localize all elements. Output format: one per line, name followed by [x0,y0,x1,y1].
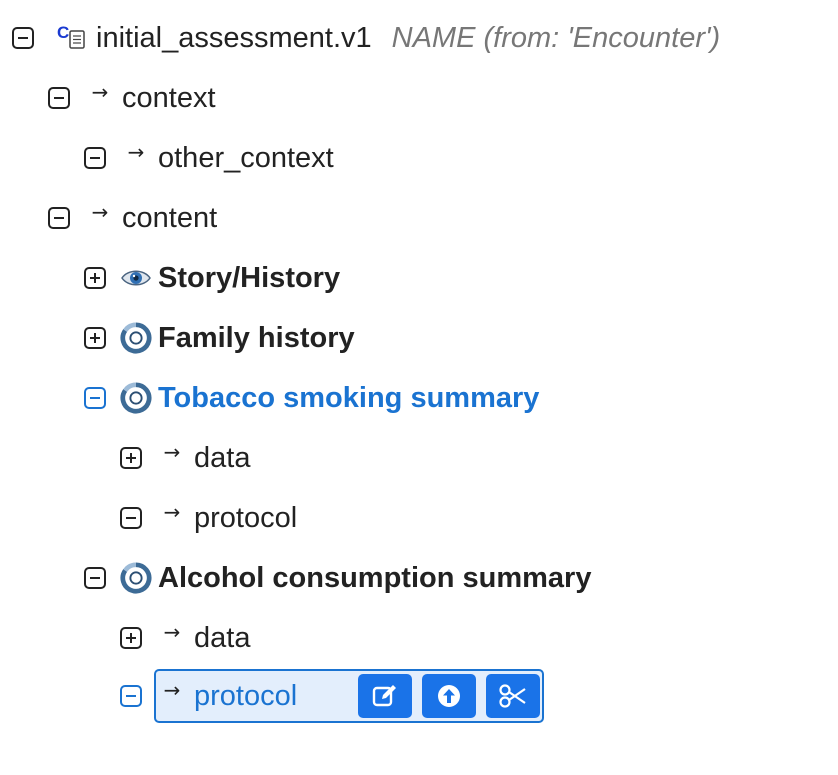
expand-toggle[interactable] [84,327,106,349]
tree-node-content[interactable]: → content [48,196,217,240]
node-label[interactable]: protocol [194,680,297,713]
collapse-toggle[interactable] [120,685,142,707]
collapse-toggle[interactable] [48,207,70,229]
arrow-icon: → [91,200,109,224]
arrow-icon: → [163,620,181,644]
eye-icon [120,266,152,290]
cut-button[interactable] [486,674,540,718]
edit-icon [372,685,396,707]
tree-node-data[interactable]: → data [120,616,250,660]
node-label[interactable]: protocol [194,502,297,535]
tree-node-family-history[interactable]: Family history [84,316,355,360]
root-annotation: NAME (from: 'Encounter') [391,21,721,54]
archetype-icon [120,561,152,595]
edit-button[interactable] [358,674,412,718]
tree-node-data[interactable]: → data [120,436,250,480]
collapse-toggle[interactable] [84,387,106,409]
expand-toggle[interactable] [120,447,142,469]
collapse-toggle[interactable] [84,567,106,589]
collapse-toggle[interactable] [84,147,106,169]
tree-node-protocol[interactable]: → protocol [120,496,297,540]
node-label[interactable]: Family history [158,322,355,355]
collapse-toggle[interactable] [12,27,34,49]
node-actions [358,674,540,718]
tree-node-protocol-selected[interactable]: → protocol [120,674,297,718]
tree-node-tobacco-smoking-summary[interactable]: Tobacco smoking summary [84,376,539,420]
scissors-icon [499,684,526,708]
archetype-icon [120,381,152,415]
tree-root[interactable]: C initial_assessment.v1 NAME (from: 'Enc… [12,16,720,60]
composition-tree: C initial_assessment.v1 NAME (from: 'Enc… [0,0,838,775]
tree-node-other-context[interactable]: → other_context [84,136,334,180]
arrow-icon: → [91,80,109,104]
node-label[interactable]: content [122,202,217,235]
arrow-icon: → [163,500,181,524]
tree-node-context[interactable]: → context [48,76,216,120]
node-label[interactable]: Tobacco smoking summary [158,382,539,415]
expand-toggle[interactable] [84,267,106,289]
node-label[interactable]: context [122,82,216,115]
expand-toggle[interactable] [120,627,142,649]
node-label[interactable]: other_context [158,142,334,175]
composition-icon: C [56,21,92,55]
archetype-icon [120,321,152,355]
arrow-icon: → [127,140,145,164]
node-label[interactable]: Story/History [158,262,340,295]
node-label[interactable]: Alcohol consumption summary [158,562,591,595]
node-label[interactable]: data [194,442,250,475]
arrow-icon: → [163,678,181,702]
collapse-toggle[interactable] [48,87,70,109]
arrow-icon: → [163,440,181,464]
node-label[interactable]: data [194,622,250,655]
collapse-toggle[interactable] [120,507,142,529]
tree-node-story-history[interactable]: Story/History [84,256,340,300]
tree-node-alcohol-consumption-summary[interactable]: Alcohol consumption summary [84,556,591,600]
svg-text:C: C [57,23,69,42]
upload-icon [438,685,460,707]
move-up-button[interactable] [422,674,476,718]
root-label[interactable]: initial_assessment.v1 [96,22,372,55]
